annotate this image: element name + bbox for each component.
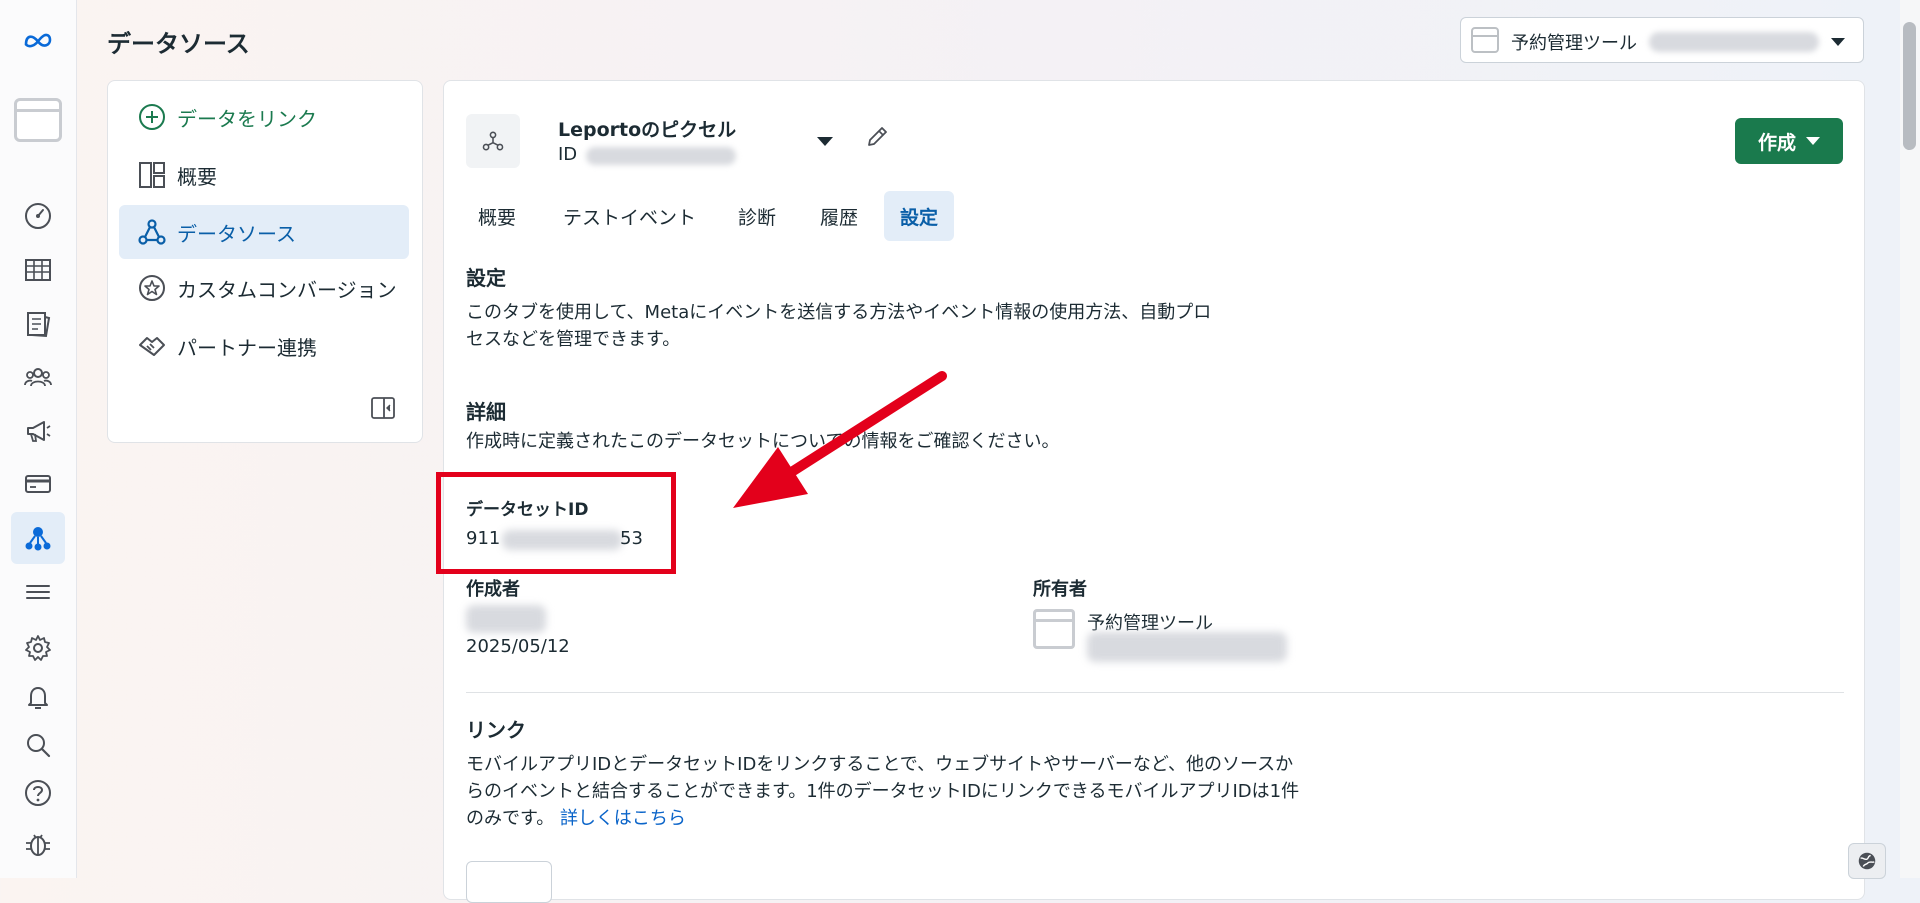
audiences-icon[interactable] [11, 351, 65, 403]
chevron-down-icon [1831, 38, 1845, 46]
created-by-label: 作成者 [466, 579, 520, 600]
created-date: 2025/05/12 [466, 636, 570, 657]
business-portfolio-icon [1033, 609, 1075, 649]
learn-more-link[interactable]: 詳しくはこちら [560, 808, 686, 829]
overview-icon [136, 159, 168, 191]
links-heading: リンク [466, 718, 526, 742]
business-portfolio-icon [1471, 27, 1499, 53]
settings-description-line1: このタブを使用して、Metaにイベントを送信する方法やイベント情報の使用方法、自… [466, 302, 1212, 323]
menu-icon[interactable] [11, 566, 65, 618]
create-button[interactable]: 作成 [1735, 118, 1843, 164]
tab-settings[interactable]: 設定 [884, 191, 955, 241]
help-icon[interactable] [11, 767, 65, 819]
billing-card-icon[interactable] [11, 458, 65, 510]
sidebar-item-data-sources[interactable]: データソース [119, 205, 409, 259]
settings-description-line2: セスなどを管理できます。 [466, 329, 681, 350]
pixel-id-label: ID [558, 144, 578, 165]
sidebar-item-partner-integrations[interactable]: パートナー連携 [119, 319, 409, 373]
dashboard-icon[interactable] [11, 190, 65, 242]
chevron-down-icon [1806, 137, 1820, 145]
notifications-bell-icon[interactable] [11, 671, 65, 723]
account-selector-label: 予約管理ツール [1511, 33, 1637, 54]
catalog-icon[interactable] [11, 298, 65, 350]
tab-overview[interactable]: 概要 [462, 191, 532, 241]
globe-icon[interactable] [1848, 843, 1886, 879]
sidebar-item-label: 概要 [177, 164, 217, 189]
account-icon[interactable] [14, 98, 62, 142]
settings-heading: 設定 [466, 266, 506, 290]
account-selector[interactable]: 予約管理ツール [1460, 17, 1864, 63]
tab-diagnostics[interactable]: 診断 [722, 191, 792, 241]
sidebar-item-custom-conversions[interactable]: カスタムコンバージョン [119, 261, 409, 315]
owner-label: 所有者 [1033, 579, 1087, 600]
tab-label: 診断 [738, 206, 777, 229]
link-action-button[interactable] [466, 861, 552, 903]
meta-logo-icon[interactable] [11, 14, 65, 66]
edit-pencil-icon[interactable] [864, 124, 890, 150]
create-button-label: 作成 [1757, 131, 1796, 154]
scrollbar-thumb[interactable] [1903, 22, 1916, 150]
data-sources-icon[interactable] [11, 512, 65, 564]
data-sources-icon [136, 216, 168, 248]
redacted-pixel-id [586, 147, 736, 165]
details-description: 作成時に定義されたこのデータセットについての情報をご確認ください。 [466, 431, 1060, 452]
dataset-switcher-caret-icon[interactable] [817, 137, 833, 146]
pixel-name: Leportoのピクセル [558, 119, 737, 141]
tab-test-events[interactable]: テストイベント [547, 191, 712, 241]
tab-label: 概要 [478, 206, 517, 229]
links-description-line1: モバイルアプリIDとデータセットIDをリンクすることで、ウェブサイトやサーバーな… [466, 754, 1294, 775]
section-divider [466, 692, 1844, 693]
redacted-owner-id [1087, 632, 1287, 662]
redacted-creator [466, 605, 546, 633]
plus-circle-icon [136, 101, 168, 133]
links-description-line2: らのイベントと結合することができます。1件のデータセットIDにリンクできるモバイ… [466, 781, 1300, 802]
ads-megaphone-icon[interactable] [11, 405, 65, 457]
details-heading: 詳細 [466, 400, 506, 424]
tab-label: テストイベント [563, 206, 697, 229]
collapse-panel-icon[interactable] [370, 395, 396, 421]
tab-label: 設定 [900, 206, 939, 229]
redacted-account-name [1649, 32, 1819, 52]
handshake-icon [136, 330, 168, 362]
page-title: データソース [107, 30, 250, 58]
sidebar-item-label: データソース [177, 221, 296, 246]
links-description-line3: のみです。 詳しくはこちら [466, 805, 686, 832]
link-data-label: データをリンク [177, 106, 317, 131]
search-icon[interactable] [11, 719, 65, 771]
link-data-button[interactable]: データをリンク [119, 90, 409, 144]
sidebar-item-label: カスタムコンバージョン [177, 277, 397, 302]
star-icon [136, 272, 168, 304]
sidebar-item-overview[interactable]: 概要 [119, 148, 409, 202]
settings-gear-icon[interactable] [11, 622, 65, 674]
table-icon[interactable] [11, 244, 65, 296]
pixel-icon [466, 114, 520, 168]
sidebar-item-label: パートナー連携 [177, 335, 317, 360]
annotation-highlight-box [436, 472, 676, 574]
left-nav-rail [0, 0, 77, 878]
links-description-text: のみです。 [466, 808, 555, 829]
debug-bug-icon[interactable] [11, 818, 65, 870]
tab-history[interactable]: 履歴 [804, 191, 874, 241]
data-sources-side-panel: データをリンク 概要 データソース カスタムコンバージョン パートナー連携 [107, 80, 423, 443]
tab-label: 履歴 [820, 206, 859, 229]
